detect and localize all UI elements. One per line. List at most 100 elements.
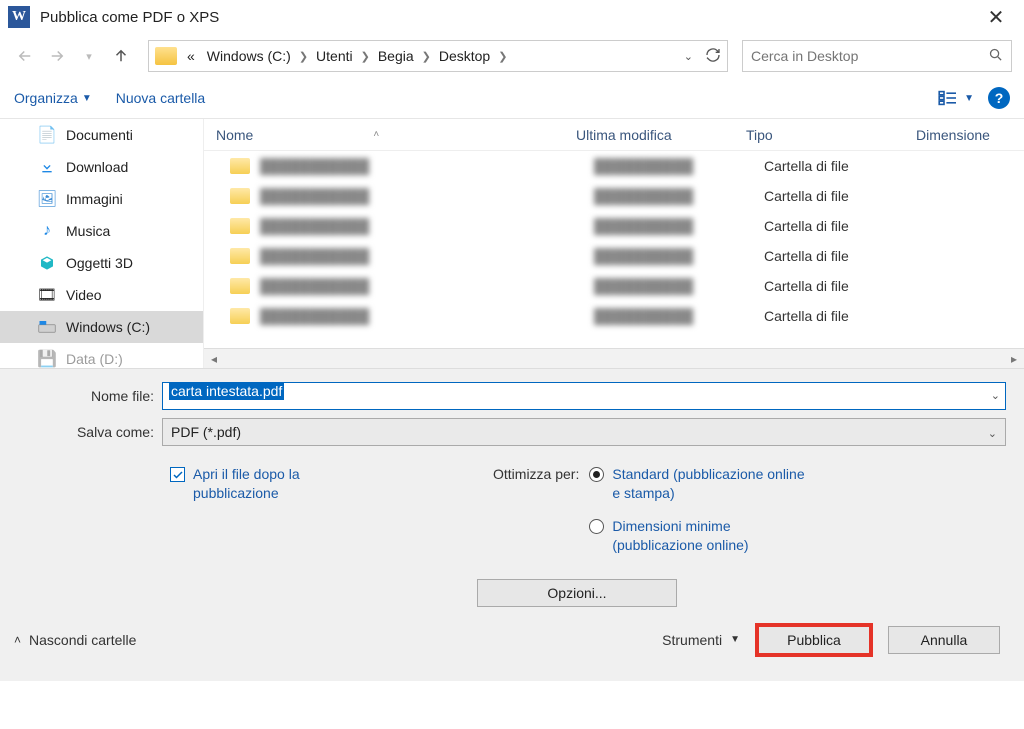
options-button[interactable]: Opzioni... bbox=[477, 579, 677, 607]
open-after-label: Apri il file dopo la pubblicazione bbox=[193, 465, 363, 503]
optimize-label: Ottimizza per: bbox=[493, 465, 579, 555]
nav-up-button[interactable] bbox=[108, 43, 134, 69]
address-bar[interactable]: « Windows (C:) ❯ Utenti ❯ Begia ❯ Deskto… bbox=[148, 40, 728, 72]
column-name[interactable]: Nome ˄ bbox=[204, 127, 564, 143]
breadcrumb-part[interactable]: Windows (C:) bbox=[203, 48, 295, 64]
scroll-left-icon[interactable]: ◂ bbox=[204, 352, 224, 366]
filename-value: carta intestata.pdf bbox=[169, 382, 284, 400]
word-app-icon: W bbox=[8, 6, 30, 28]
download-icon bbox=[38, 158, 56, 176]
sidebar-item-drive-c[interactable]: Windows (C:) bbox=[0, 311, 203, 343]
column-modified[interactable]: Ultima modifica bbox=[564, 127, 734, 143]
horizontal-scrollbar[interactable]: ◂ ▸ bbox=[204, 348, 1024, 368]
table-row[interactable]: █████████████████████Cartella di file bbox=[220, 151, 1024, 181]
file-name: ███████████ bbox=[260, 248, 594, 264]
organize-menu[interactable]: Organizza ▼ bbox=[14, 90, 92, 106]
document-icon: 📄 bbox=[38, 126, 56, 144]
chevron-up-icon: ˄ bbox=[14, 633, 21, 647]
saveas-value: PDF (*.pdf) bbox=[171, 424, 241, 440]
close-button[interactable]: ✕ bbox=[976, 5, 1016, 30]
breadcrumb-part[interactable]: Begia bbox=[374, 48, 418, 64]
column-size[interactable]: Dimensione bbox=[904, 127, 1024, 143]
column-headers: Nome ˄ Ultima modifica Tipo Dimensione bbox=[204, 119, 1024, 151]
sidebar-item-drive-d[interactable]: 💾 Data (D:) bbox=[0, 343, 203, 368]
sidebar-item-documents[interactable]: 📄 Documenti bbox=[0, 119, 203, 151]
sidebar-item-label: Data (D:) bbox=[66, 351, 123, 367]
chevron-down-icon: ▼ bbox=[82, 93, 92, 104]
file-type: Cartella di file bbox=[764, 248, 934, 264]
scroll-right-icon[interactable]: ▸ bbox=[1004, 352, 1024, 366]
sidebar-item-images[interactable]: 🖼 Immagini bbox=[0, 183, 203, 215]
file-type: Cartella di file bbox=[764, 218, 934, 234]
chevron-right-icon[interactable]: ❯ bbox=[299, 50, 308, 63]
chevron-down-icon[interactable]: ⌄ bbox=[991, 389, 1000, 402]
file-name: ███████████ bbox=[260, 188, 594, 204]
table-row[interactable]: █████████████████████Cartella di file bbox=[220, 211, 1024, 241]
music-icon: ♪ bbox=[38, 222, 56, 240]
table-row[interactable]: █████████████████████Cartella di file bbox=[220, 241, 1024, 271]
file-modified: ██████████ bbox=[594, 188, 764, 204]
table-row[interactable]: █████████████████████Cartella di file bbox=[220, 181, 1024, 211]
table-row[interactable]: █████████████████████Cartella di file bbox=[220, 271, 1024, 301]
tools-menu[interactable]: Strumenti ▼ bbox=[662, 632, 740, 648]
refresh-icon[interactable] bbox=[705, 47, 721, 66]
file-modified: ██████████ bbox=[594, 218, 764, 234]
optimize-standard-radio[interactable] bbox=[589, 467, 604, 482]
chevron-down-icon[interactable]: ⌄ bbox=[988, 427, 997, 440]
search-box[interactable] bbox=[742, 40, 1012, 72]
sidebar-item-label: Video bbox=[66, 287, 102, 303]
column-type[interactable]: Tipo bbox=[734, 127, 904, 143]
sidebar-item-label: Musica bbox=[66, 223, 110, 239]
file-list: Nome ˄ Ultima modifica Tipo Dimensione █… bbox=[204, 119, 1024, 368]
sidebar-item-downloads[interactable]: Download bbox=[0, 151, 203, 183]
optimize-minimal-label: Dimensioni minime (pubblicazione online) bbox=[612, 517, 812, 555]
nav-forward-button[interactable] bbox=[44, 43, 70, 69]
search-icon[interactable] bbox=[988, 47, 1003, 65]
filename-label: Nome file: bbox=[0, 388, 162, 404]
open-after-checkbox[interactable] bbox=[170, 467, 185, 482]
publish-button[interactable]: Pubblica bbox=[758, 626, 870, 654]
chevron-right-icon[interactable]: ❯ bbox=[422, 50, 431, 63]
address-dropdown-icon[interactable]: ⌄ bbox=[684, 50, 693, 63]
nav-back-button[interactable] bbox=[12, 43, 38, 69]
sidebar-item-label: Oggetti 3D bbox=[66, 255, 133, 271]
table-row[interactable]: █████████████████████Cartella di file bbox=[220, 301, 1024, 331]
help-icon[interactable]: ? bbox=[988, 87, 1010, 109]
new-folder-button[interactable]: Nuova cartella bbox=[116, 90, 206, 106]
file-name: ███████████ bbox=[260, 218, 594, 234]
file-modified: ██████████ bbox=[594, 278, 764, 294]
scroll-track[interactable] bbox=[224, 351, 1004, 367]
sidebar-item-label: Windows (C:) bbox=[66, 319, 150, 335]
folder-icon bbox=[230, 188, 250, 204]
sidebar-item-music[interactable]: ♪ Musica bbox=[0, 215, 203, 247]
filename-input[interactable]: carta intestata.pdf ⌄ bbox=[162, 382, 1006, 410]
optimize-minimal-radio[interactable] bbox=[589, 519, 604, 534]
breadcrumb-prefix: « bbox=[183, 48, 199, 64]
chevron-right-icon[interactable]: ❯ bbox=[498, 50, 507, 63]
folder-icon bbox=[155, 47, 177, 65]
search-input[interactable] bbox=[751, 48, 982, 64]
cancel-button[interactable]: Annulla bbox=[888, 626, 1000, 654]
file-type: Cartella di file bbox=[764, 308, 934, 324]
folder-icon bbox=[230, 248, 250, 264]
hide-folders-button[interactable]: ˄ Nascondi cartelle bbox=[14, 632, 136, 648]
sidebar-item-video[interactable]: 🎞 Video bbox=[0, 279, 203, 311]
sidebar-item-3d[interactable]: Oggetti 3D bbox=[0, 247, 203, 279]
view-mode-button[interactable]: ▼ bbox=[938, 90, 974, 106]
drive-icon: 💾 bbox=[38, 350, 56, 368]
breadcrumb-part[interactable]: Utenti bbox=[312, 48, 357, 64]
file-modified: ██████████ bbox=[594, 158, 764, 174]
breadcrumb-part[interactable]: Desktop bbox=[435, 48, 494, 64]
window-title: Pubblica come PDF o XPS bbox=[40, 9, 976, 26]
video-icon: 🎞 bbox=[38, 286, 56, 304]
optimize-standard-label: Standard (pubblicazione online e stampa) bbox=[612, 465, 812, 503]
cube-icon bbox=[38, 254, 56, 272]
folder-icon bbox=[230, 158, 250, 174]
file-modified: ██████████ bbox=[594, 308, 764, 324]
drive-icon bbox=[38, 318, 56, 336]
nav-recent-dropdown[interactable]: ▾ bbox=[76, 43, 102, 69]
chevron-right-icon[interactable]: ❯ bbox=[361, 50, 370, 63]
sort-indicator-icon: ˄ bbox=[373, 129, 379, 140]
file-name: ███████████ bbox=[260, 278, 594, 294]
saveas-select[interactable]: PDF (*.pdf) ⌄ bbox=[162, 418, 1006, 446]
